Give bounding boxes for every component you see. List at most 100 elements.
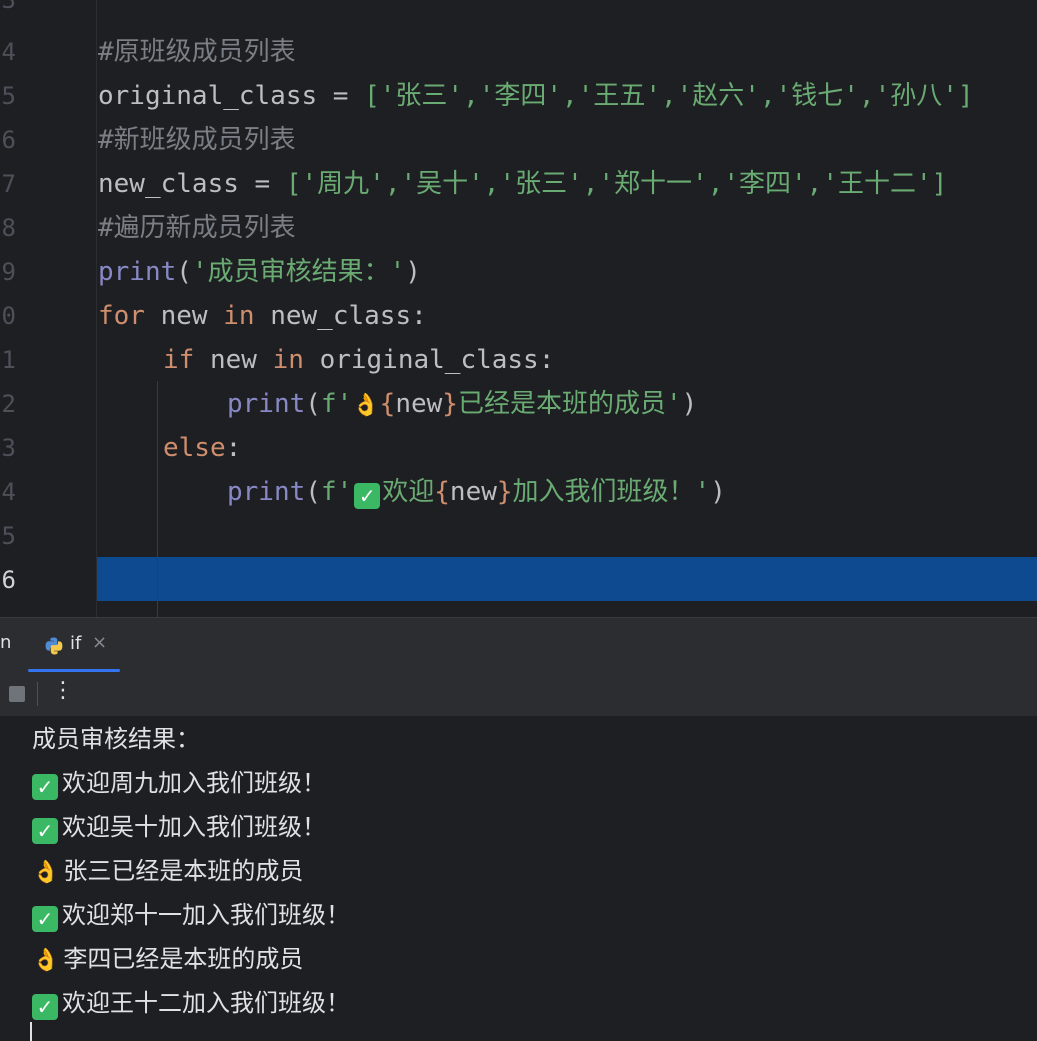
run-tab-if[interactable]: if × bbox=[28, 618, 120, 672]
line-number: 2 bbox=[1, 390, 16, 418]
string-literal: 加入我们班级！' bbox=[512, 477, 711, 507]
line-number: 3 bbox=[1, 434, 16, 462]
colon: : bbox=[225, 433, 242, 463]
colon: : bbox=[411, 301, 427, 331]
variable-name: original_class bbox=[98, 81, 318, 111]
operator: = bbox=[238, 169, 286, 199]
line-number-gutter: 3 4 5 6 7 8 9 0 1 2 3 4 5 6 bbox=[0, 0, 97, 617]
operator: = bbox=[317, 81, 365, 111]
ok-hand-icon: 👌 bbox=[32, 860, 60, 885]
check-mark-icon: ✓ bbox=[32, 774, 58, 800]
toolbar-divider bbox=[37, 682, 38, 706]
console-line: 👌 张三已经是本班的成员 bbox=[32, 849, 303, 893]
console-line-text: 欢迎郑十一加入我们班级！ bbox=[62, 901, 350, 929]
ok-hand-icon: 👌 bbox=[352, 393, 380, 418]
paren: ( bbox=[176, 257, 192, 287]
line-number: 1 bbox=[1, 346, 16, 374]
check-mark-icon: ✓ bbox=[32, 906, 58, 932]
line-number: 0 bbox=[1, 302, 16, 330]
code-line[interactable]: print(f'👌{new}已经是本班的成员') bbox=[227, 382, 697, 426]
console-line-text: 成员审核结果： bbox=[32, 725, 200, 753]
variable-name: new_class bbox=[270, 301, 412, 331]
current-line-number: 6 bbox=[1, 566, 16, 594]
code-comment: #遍历新成员列表 bbox=[98, 213, 296, 243]
check-mark-icon: ✓ bbox=[32, 994, 58, 1020]
code-editor[interactable]: 3 4 5 6 7 8 9 0 1 2 3 4 5 6 #原班级成员列表 ori… bbox=[0, 0, 1037, 617]
code-line[interactable]: #遍历新成员列表 bbox=[98, 206, 296, 250]
builtin-print: print bbox=[227, 477, 306, 507]
console-output[interactable]: 成员审核结果： ✓ 欢迎周九加入我们班级！ ✓ 欢迎吴十加入我们班级！ 👌 张三已经是… bbox=[0, 717, 1037, 1041]
builtin-print: print bbox=[227, 389, 306, 419]
line-number: 9 bbox=[1, 258, 16, 286]
brace: } bbox=[496, 477, 513, 507]
line-number: 3 bbox=[1, 0, 16, 14]
check-mark-icon: ✓ bbox=[354, 483, 381, 509]
console-line: 成员审核结果： bbox=[32, 717, 200, 761]
current-line-highlight bbox=[97, 557, 1037, 601]
console-line: 👌 李四已经是本班的成员 bbox=[32, 937, 303, 981]
more-options-icon[interactable]: ⋮ bbox=[52, 678, 74, 708]
fstring-prefix: f' bbox=[320, 477, 353, 507]
colon: : bbox=[538, 345, 555, 375]
line-number: 4 bbox=[1, 38, 16, 66]
close-icon[interactable]: × bbox=[92, 632, 107, 653]
builtin-print: print bbox=[98, 257, 177, 287]
keyword-else: else bbox=[163, 433, 226, 463]
fstring-variable: new bbox=[449, 477, 497, 507]
code-line[interactable]: print('成员审核结果：') bbox=[98, 250, 421, 294]
console-line-text: 李四已经是本班的成员 bbox=[63, 945, 304, 973]
paren: ( bbox=[305, 389, 321, 419]
line-number: 4 bbox=[1, 478, 16, 506]
variable-name: original_class bbox=[319, 345, 539, 375]
variable-name: new_class bbox=[98, 169, 239, 199]
brace: } bbox=[442, 389, 458, 419]
brace: { bbox=[379, 389, 396, 419]
paren: ) bbox=[681, 389, 698, 419]
console-line: ✓ 欢迎周九加入我们班级！ bbox=[32, 761, 326, 805]
run-tab-bar: n if × bbox=[0, 617, 1037, 673]
console-line: ✓ 欢迎吴十加入我们班级！ bbox=[32, 805, 326, 849]
code-line[interactable]: #原班级成员列表 bbox=[98, 30, 296, 74]
list-literal: ['周九','吴十','张三','郑十一','李四','王十二'] bbox=[285, 169, 948, 199]
line-number: 6 bbox=[1, 126, 16, 154]
line-number: 7 bbox=[1, 170, 16, 198]
code-line[interactable]: original_class = ['张三','李四','王五','赵六','钱… bbox=[98, 74, 974, 118]
paren: ( bbox=[305, 477, 321, 507]
line-number: 5 bbox=[1, 522, 16, 550]
code-line[interactable]: else: bbox=[163, 426, 241, 470]
string-literal: 欢迎 bbox=[382, 477, 435, 507]
line-number: 8 bbox=[1, 214, 16, 242]
console-line-text: 欢迎王十二加入我们班级！ bbox=[62, 989, 350, 1017]
code-line[interactable]: print(f' ✓ 欢迎{new}加入我们班级！') bbox=[227, 470, 726, 514]
fstring-prefix: f' bbox=[320, 389, 353, 419]
fstring-variable: new bbox=[395, 389, 443, 419]
line-number: 5 bbox=[1, 82, 16, 110]
code-comment: #原班级成员列表 bbox=[98, 37, 296, 67]
code-line[interactable]: if new in original_class: bbox=[163, 338, 554, 382]
code-line[interactable]: for new in new_class: bbox=[98, 294, 427, 338]
console-line: ✓ 欢迎王十二加入我们班级！ bbox=[32, 981, 350, 1025]
paren: ) bbox=[405, 257, 421, 287]
run-tab-label: if bbox=[70, 633, 82, 654]
string-literal: 已经是本班的成员' bbox=[457, 389, 682, 419]
code-line[interactable]: new_class = ['周九','吴十','张三','郑十一','李四','… bbox=[98, 162, 947, 206]
keyword-in: in bbox=[223, 301, 255, 331]
code-comment: #新班级成员列表 bbox=[98, 125, 296, 155]
stop-icon[interactable] bbox=[9, 686, 25, 702]
list-literal: ['张三','李四','王五','赵六','钱七','孙八'] bbox=[364, 81, 974, 111]
paren: ) bbox=[710, 477, 726, 507]
console-line-text: 欢迎周九加入我们班级！ bbox=[62, 769, 326, 797]
loop-variable: new bbox=[160, 301, 208, 331]
console-line-text: 张三已经是本班的成员 bbox=[63, 857, 304, 885]
loop-variable: new bbox=[209, 345, 257, 375]
brace: { bbox=[434, 477, 450, 507]
tool-window-title[interactable]: n bbox=[0, 632, 11, 653]
check-mark-icon: ✓ bbox=[32, 818, 58, 844]
console-caret bbox=[30, 1022, 32, 1041]
keyword-in: in bbox=[272, 345, 304, 375]
string-literal: '成员审核结果：' bbox=[191, 257, 406, 287]
code-line[interactable]: #新班级成员列表 bbox=[98, 118, 296, 162]
run-toolbar: ⋮ bbox=[0, 672, 1037, 717]
ok-hand-icon: 👌 bbox=[32, 948, 60, 973]
keyword-for: for bbox=[98, 301, 145, 331]
